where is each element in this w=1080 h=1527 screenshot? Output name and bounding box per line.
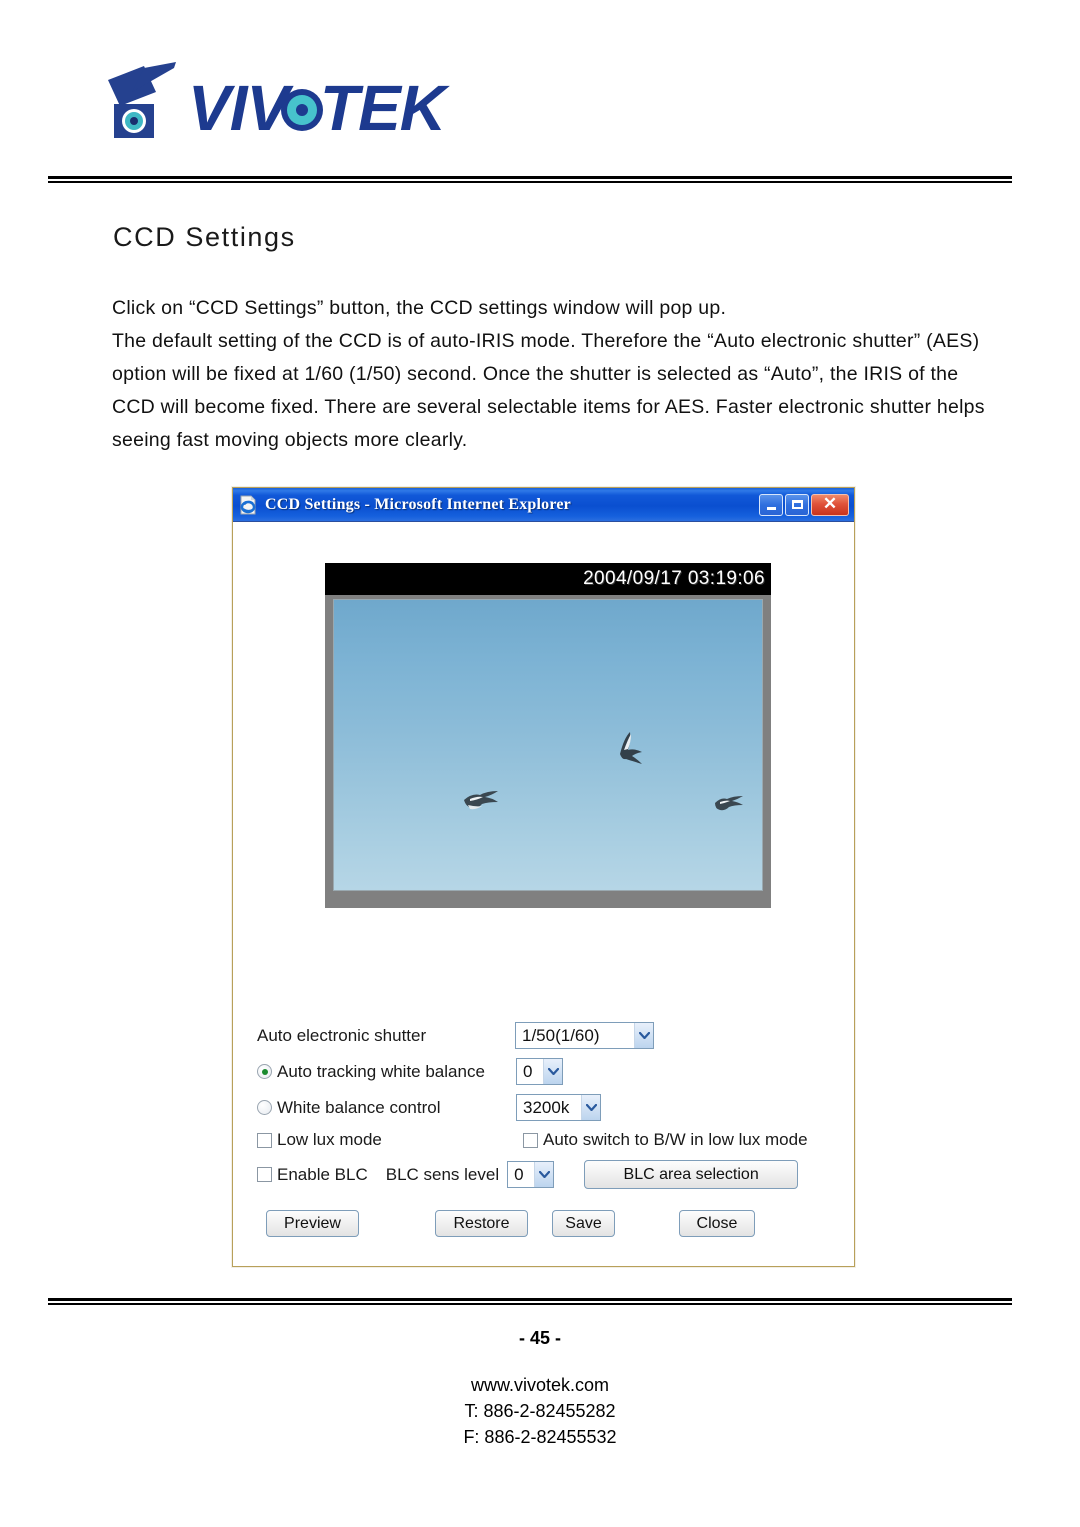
vivotek-logo: VIV TEK <box>92 58 512 148</box>
svg-text:TEK: TEK <box>320 72 451 144</box>
row-blc: Enable BLC BLC sens level 0 BLC area sel… <box>257 1160 837 1189</box>
footer-telephone: T: 886-2-82455282 <box>464 1401 616 1421</box>
white-balance-control-radio[interactable] <box>257 1100 272 1115</box>
low-lux-mode-checkbox[interactable] <box>257 1132 272 1148</box>
page-title: CCD Settings <box>113 222 296 252</box>
chevron-down-icon <box>543 1059 562 1084</box>
dialog-titlebar[interactable]: CCD Settings - Microsoft Internet Explor… <box>233 488 854 522</box>
document-page: VIV TEK CCD Settings Click on “CCD Setti… <box>0 0 1080 1527</box>
white-balance-control-value: 3200k <box>523 1097 570 1117</box>
minimize-icon <box>766 506 776 510</box>
row-low-lux: Low lux mode Auto switch to B/W in low l… <box>257 1130 837 1150</box>
window-controls: ✕ <box>759 493 851 516</box>
auto-electronic-shutter-value: 1/50(1/60) <box>522 1025 600 1045</box>
auto-tracking-white-balance-value: 0 <box>523 1061 533 1081</box>
minimize-button[interactable] <box>759 493 783 516</box>
white-balance-control-select[interactable]: 3200k <box>516 1094 601 1121</box>
maximize-icon <box>791 500 803 509</box>
ie-page-icon <box>240 495 256 514</box>
auto-tracking-white-balance-label: Auto tracking white balance <box>277 1061 485 1081</box>
chevron-down-icon <box>581 1095 600 1120</box>
header-divider <box>48 176 1012 183</box>
close-button[interactable]: ✕ <box>811 493 849 516</box>
blc-sens-level-label: BLC sens level <box>385 1164 500 1184</box>
bird-icon <box>464 791 498 810</box>
auto-electronic-shutter-label: Auto electronic shutter <box>257 1025 427 1045</box>
footer-website: www.vivotek.com <box>470 1375 610 1395</box>
save-button[interactable]: Save <box>552 1210 615 1237</box>
row-white-balance-control: White balance control 3200k <box>257 1094 837 1121</box>
ccd-settings-dialog: CCD Settings - Microsoft Internet Explor… <box>232 487 855 1267</box>
enable-blc-label: Enable BLC <box>277 1164 368 1184</box>
bird-icon <box>620 732 642 764</box>
blc-area-selection-button[interactable]: BLC area selection <box>584 1160 799 1189</box>
video-osd-bar: 2004/09/17 03:19:06 <box>325 563 771 595</box>
blc-sens-level-select[interactable]: 0 <box>507 1161 555 1188</box>
video-image <box>333 599 763 891</box>
white-balance-control-label: White balance control <box>277 1097 441 1117</box>
auto-tracking-white-balance-radio[interactable] <box>257 1064 272 1079</box>
restore-button[interactable]: Restore <box>435 1210 528 1237</box>
chevron-down-icon <box>634 1023 653 1048</box>
paragraph-2: The default setting of the CCD is of aut… <box>112 330 985 451</box>
preview-button[interactable]: Preview <box>266 1210 359 1237</box>
enable-blc-checkbox[interactable] <box>257 1167 272 1182</box>
footer-divider <box>48 1298 1012 1305</box>
video-timestamp: 2004/09/17 03:19:06 <box>583 568 765 589</box>
footer-contact: www.vivotek.com T: 886-2-82455282 F: 886… <box>0 1372 1080 1450</box>
auto-tracking-white-balance-select[interactable]: 0 <box>516 1058 563 1085</box>
radio-selected-dot <box>261 1068 268 1075</box>
low-lux-mode-label: Low lux mode <box>277 1130 382 1149</box>
vivotek-logo-icon: VIV TEK <box>108 62 452 144</box>
auto-electronic-shutter-select[interactable]: 1/50(1/60) <box>515 1022 654 1049</box>
paragraph-1: Click on “CCD Settings” button, the CCD … <box>112 297 727 319</box>
row-auto-tracking-white-balance: Auto tracking white balance 0 <box>257 1058 837 1085</box>
dialog-content: 2004/09/17 03:19:06 Auto electronic shut… <box>233 522 854 1266</box>
auto-switch-bw-checkbox[interactable] <box>523 1132 538 1148</box>
ccd-controls: Auto electronic shutter 1/50(1/60) Auto … <box>257 1022 837 1198</box>
video-preview-panel: 2004/09/17 03:19:06 <box>325 563 771 908</box>
bird-icon <box>715 796 743 811</box>
page-number: - 45 - <box>518 1328 561 1348</box>
row-auto-electronic-shutter: Auto electronic shutter 1/50(1/60) <box>257 1022 837 1049</box>
blc-sens-level-value: 0 <box>514 1164 524 1184</box>
footer-fax: F: 886-2-82455532 <box>463 1427 617 1447</box>
close-dialog-button[interactable]: Close <box>679 1210 755 1237</box>
auto-switch-bw-label: Auto switch to B/W in low lux mode <box>543 1130 808 1149</box>
maximize-button[interactable] <box>785 493 809 516</box>
dialog-action-buttons: Preview Restore Save Close <box>257 1210 817 1240</box>
body-text: Click on “CCD Settings” button, the CCD … <box>112 292 992 457</box>
chevron-down-icon <box>534 1162 554 1187</box>
dialog-title: CCD Settings - Microsoft Internet Explor… <box>265 495 571 513</box>
svg-text:VIV: VIV <box>188 72 294 144</box>
close-icon: ✕ <box>822 494 838 513</box>
